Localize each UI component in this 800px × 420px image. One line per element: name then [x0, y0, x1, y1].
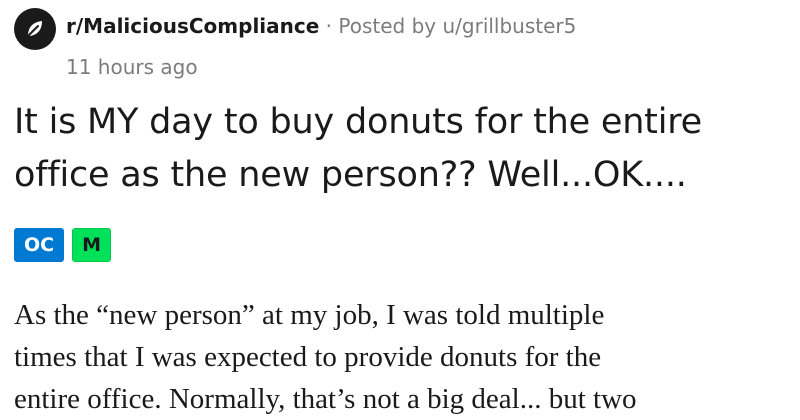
flair-list: OC M — [14, 228, 112, 262]
leaf-icon — [27, 21, 42, 37]
body-line: times that I was expected to provide don… — [14, 341, 602, 373]
post-header: r/MaliciousCompliance · Posted by u/gril… — [14, 7, 794, 80]
body-line: As the “new person” at my job, I was tol… — [14, 299, 605, 331]
post-card: r/MaliciousCompliance · Posted by u/gril… — [0, 0, 800, 420]
post-meta: r/MaliciousCompliance · Posted by u/gril… — [66, 13, 576, 39]
post-body: As the “new person” at my job, I was tol… — [14, 294, 794, 420]
subreddit-link[interactable]: r/MaliciousCompliance — [66, 14, 319, 38]
m-flair[interactable]: M — [72, 228, 112, 262]
subreddit-icon[interactable] — [14, 8, 56, 50]
post-title[interactable]: It is MY day to buy donuts for the entir… — [14, 96, 794, 202]
oc-flair[interactable]: OC — [14, 228, 65, 262]
posted-by-label: Posted by — [338, 14, 437, 38]
meta-separator: · — [325, 14, 333, 38]
author-link[interactable]: u/grillbuster5 — [442, 14, 576, 38]
posted-by: Posted by u/grillbuster5 — [338, 14, 576, 38]
post-time[interactable]: 11 hours ago — [66, 54, 198, 80]
body-line: entire office. Normally, that’s not a bi… — [14, 383, 637, 415]
